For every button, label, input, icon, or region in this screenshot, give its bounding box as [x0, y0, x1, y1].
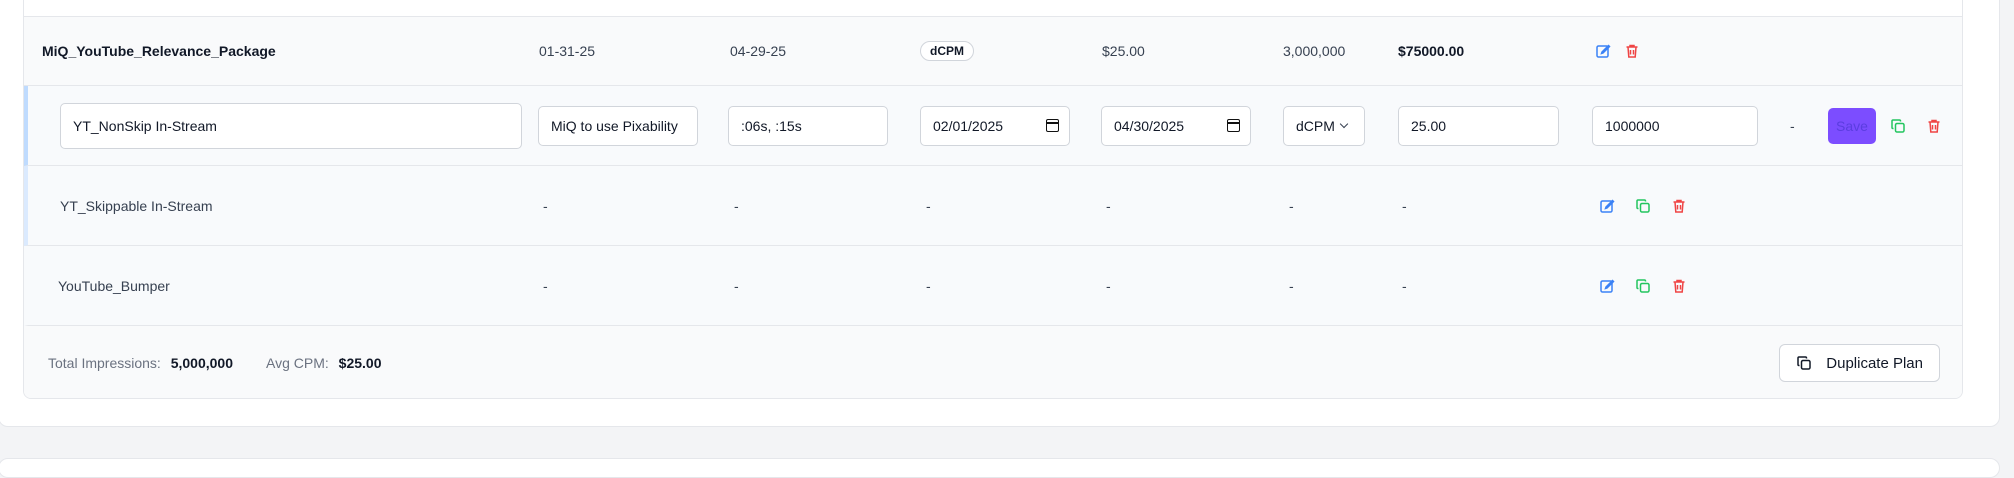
package-impressions: 3,000,000	[1283, 43, 1346, 59]
copy-icon[interactable]	[1635, 278, 1651, 294]
impressions-value: 1000000	[1605, 117, 1660, 134]
copy-icon[interactable]	[1635, 198, 1651, 214]
edit-icon[interactable]	[1595, 43, 1611, 59]
line-item-rate: -	[1106, 197, 1111, 214]
line-item-end-date: -	[734, 197, 739, 214]
line-item-row[interactable]: YT_Skippable In-Stream - - - - - -	[24, 166, 1962, 246]
buy-type-select[interactable]: dCPM	[1283, 105, 1365, 146]
edit-row-total: -	[1790, 117, 1795, 134]
line-item-start-date: -	[543, 197, 548, 214]
total-impressions-value: 5,000,000	[170, 355, 234, 371]
trash-icon[interactable]	[1671, 278, 1687, 294]
edit-icon[interactable]	[1599, 278, 1615, 294]
line-item-start-date: -	[543, 277, 548, 294]
end-date-input[interactable]: 04/30/2025	[1101, 105, 1251, 146]
package-row[interactable]: MiQ_YouTube_Relevance_Package 01-31-25 0…	[24, 16, 1962, 86]
duplicate-plan-button[interactable]: Duplicate Plan	[1779, 344, 1940, 382]
line-item-name-value: YT_NonSkip In-Stream	[73, 117, 217, 134]
line-item-name: YT_Skippable In-Stream	[60, 197, 213, 214]
buy-type-value: dCPM	[1296, 117, 1335, 134]
total-impressions-label: Total Impressions:	[48, 355, 161, 371]
line-item-row[interactable]: YouTube_Bumper - - - - - -	[24, 246, 1962, 326]
package-end-date: 04-29-25	[730, 43, 787, 59]
duplicate-plan-label: Duplicate Plan	[1826, 354, 1923, 372]
line-item-buy-type: -	[926, 197, 931, 214]
next-card	[0, 458, 2000, 478]
creative-length-input[interactable]: :06s, :15s	[728, 105, 888, 146]
end-date-value: 04/30/2025	[1114, 117, 1185, 134]
line-item-buy-type: -	[926, 277, 931, 294]
start-date-input[interactable]: 02/01/2025	[920, 105, 1070, 146]
media-plan-card: MiQ_YouTube_Relevance_Package 01-31-25 0…	[0, 0, 2000, 427]
rate-input[interactable]: 25.00	[1398, 105, 1559, 146]
creative-length-value: :06s, :15s	[741, 117, 802, 134]
plan-summary-footer: Total Impressions: 5,000,000 Avg CPM: $2…	[24, 326, 1962, 398]
line-item-name: YouTube_Bumper	[58, 277, 170, 294]
notes-value: MiQ to use Pixability	[551, 117, 678, 134]
package-rate: $25.00	[1102, 43, 1145, 59]
buy-type-badge: dCPM	[920, 41, 974, 61]
line-item-impressions: -	[1289, 277, 1294, 294]
save-button[interactable]: Save	[1828, 107, 1876, 144]
edit-line-item-row: YT_NonSkip In-Stream MiQ to use Pixabili…	[24, 86, 1962, 166]
line-item-end-date: -	[734, 277, 739, 294]
package-name: MiQ_YouTube_Relevance_Package	[42, 43, 276, 59]
edit-icon[interactable]	[1599, 198, 1615, 214]
start-date-value: 02/01/2025	[933, 117, 1004, 134]
line-item-rate: -	[1106, 277, 1111, 294]
trash-icon[interactable]	[1926, 118, 1942, 134]
rate-value: 25.00	[1411, 117, 1447, 134]
line-items-table: MiQ_YouTube_Relevance_Package 01-31-25 0…	[23, 0, 1963, 399]
avg-cpm-label: Avg CPM:	[266, 355, 329, 371]
impressions-input[interactable]: 1000000	[1592, 105, 1758, 146]
trash-icon[interactable]	[1624, 43, 1640, 59]
package-start-date: 01-31-25	[539, 43, 596, 59]
trash-icon[interactable]	[1671, 198, 1687, 214]
notes-input[interactable]: MiQ to use Pixability	[538, 105, 698, 146]
copy-icon[interactable]	[1890, 118, 1906, 134]
copy-icon	[1796, 355, 1812, 371]
page: MiQ_YouTube_Relevance_Package 01-31-25 0…	[0, 0, 2014, 478]
avg-cpm-value: $25.00	[338, 355, 382, 371]
calendar-icon[interactable]	[1227, 118, 1240, 132]
line-item-name-input[interactable]: YT_NonSkip In-Stream	[60, 102, 522, 149]
avg-cpm: Avg CPM: $25.00	[266, 355, 381, 371]
package-total: $75000.00	[1398, 43, 1465, 59]
chevron-down-icon	[1339, 119, 1349, 128]
line-item-total: -	[1402, 277, 1407, 294]
line-item-impressions: -	[1289, 197, 1294, 214]
line-item-total: -	[1402, 197, 1407, 214]
total-impressions: Total Impressions: 5,000,000	[48, 355, 233, 371]
calendar-icon[interactable]	[1046, 118, 1059, 132]
